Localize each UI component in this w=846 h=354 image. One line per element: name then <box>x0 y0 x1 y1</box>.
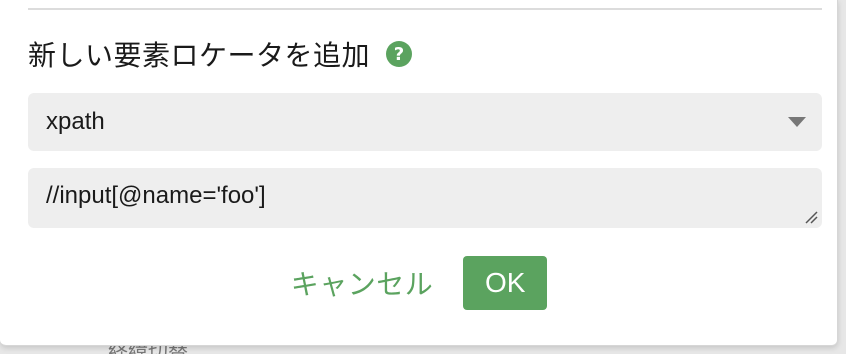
locator-type-select[interactable]: xpath <box>28 93 822 151</box>
resize-handle-icon[interactable] <box>804 210 818 224</box>
caret-down-icon <box>788 117 806 127</box>
title-row: 新しい要素ロケータを追加 ? <box>28 32 413 76</box>
top-divider <box>28 8 822 10</box>
locator-value-textarea[interactable]: //input[@name='foo'] <box>28 168 822 228</box>
locator-type-selected-value: xpath <box>46 108 105 135</box>
question-circle-icon[interactable]: ? <box>386 41 413 67</box>
dialog-title: 新しい要素ロケータを追加 <box>28 39 371 72</box>
add-locator-dialog: 新しい要素ロケータを追加 ? xpath //input[@name='foo'… <box>0 0 838 346</box>
locator-value-text: //input[@name='foo'] <box>46 182 266 209</box>
dialog-actions: キャンセル OK <box>0 256 838 310</box>
ok-button[interactable]: OK <box>463 256 548 310</box>
cancel-button[interactable]: キャンセル <box>291 263 434 303</box>
